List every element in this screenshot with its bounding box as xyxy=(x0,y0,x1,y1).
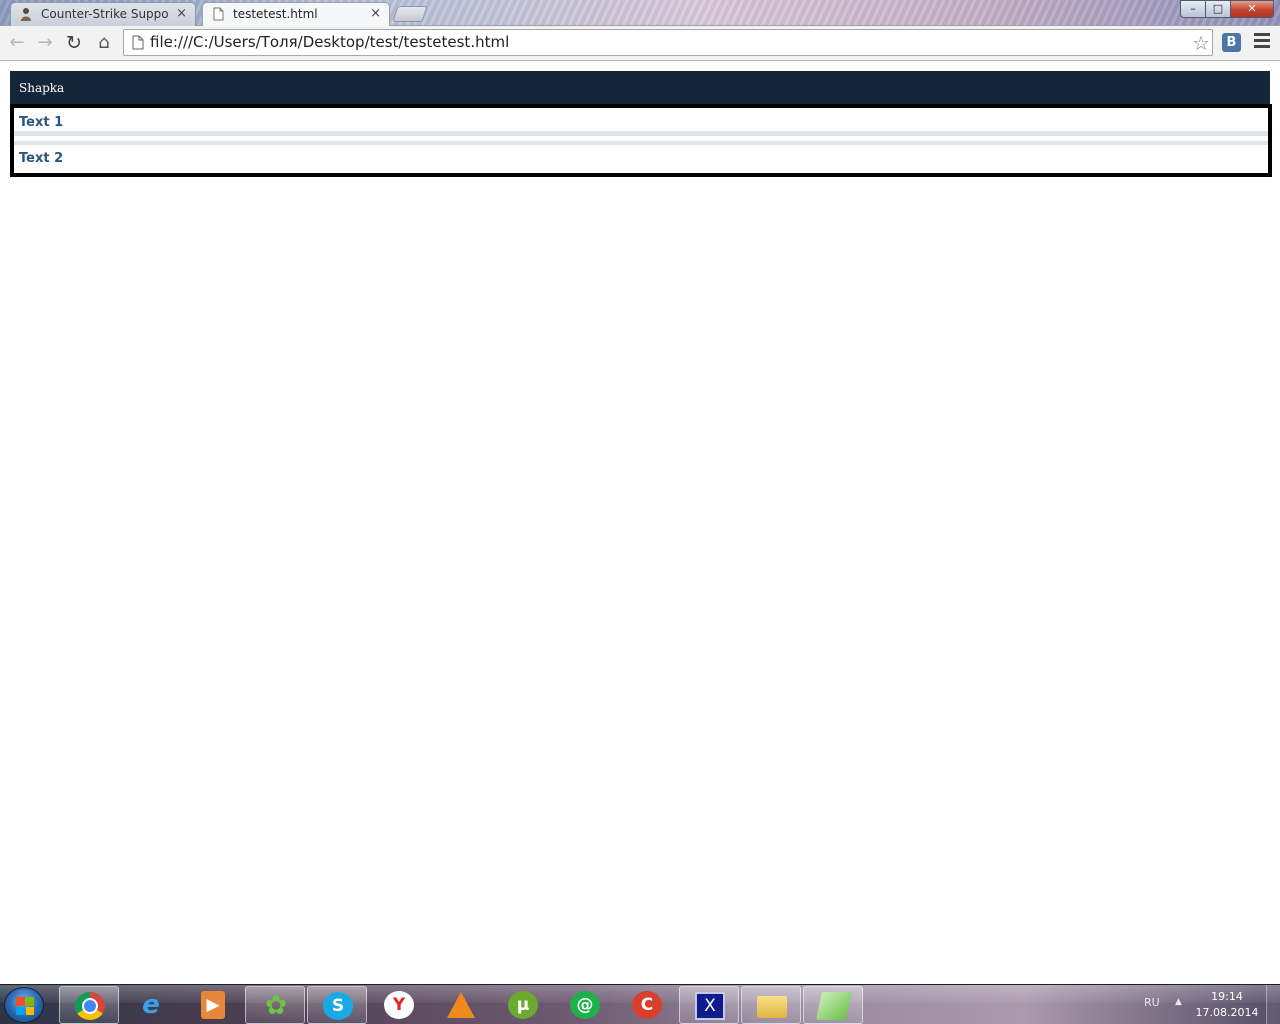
window-controls: – □ ✕ xyxy=(1180,0,1274,18)
taskbar-item-mail-agent[interactable]: @ xyxy=(555,986,615,1024)
taskbar-item-xdesk[interactable]: X xyxy=(679,986,739,1024)
taskbar-item-skype[interactable]: S xyxy=(307,986,367,1024)
tab-counter-strike-support[interactable]: Counter-Strike Support Co × xyxy=(10,2,196,26)
home-icon[interactable]: ⌂ xyxy=(92,31,116,55)
taskbar-item-internet-explorer[interactable]: e xyxy=(121,986,181,1024)
start-button[interactable] xyxy=(4,987,44,1023)
vlc-cone-icon xyxy=(447,992,475,1018)
yandex-browser-icon: Y xyxy=(384,991,414,1019)
show-desktop-button[interactable] xyxy=(1266,985,1280,1024)
address-bar[interactable]: file:///C:/Users/Толя/Desktop/test/teste… xyxy=(123,29,1213,56)
mail-agent-icon: @ xyxy=(570,991,600,1019)
back-arrow-icon[interactable]: ← xyxy=(5,31,29,55)
taskbar-items: e ▶ ✿ S Y µ @ C X xyxy=(59,986,865,1024)
media-player-icon: ▶ xyxy=(201,991,225,1019)
page-content: Shapka Text 1 Text 2 xyxy=(0,62,1280,984)
rows-box: Text 1 Text 2 xyxy=(10,104,1272,177)
forward-arrow-icon[interactable]: → xyxy=(33,31,57,55)
taskbar-item-ccleaner[interactable]: C xyxy=(617,986,677,1024)
person-favicon-icon xyxy=(21,8,31,21)
utorrent-icon: µ xyxy=(508,991,538,1019)
taskbar-item-yandex[interactable]: Y xyxy=(369,986,429,1024)
taskbar-item-vlc[interactable] xyxy=(431,986,491,1024)
taskbar-item-chrome[interactable] xyxy=(59,986,119,1024)
notepad-icon xyxy=(816,992,852,1020)
folder-icon xyxy=(757,996,787,1018)
tab-label: Counter-Strike Support Co xyxy=(41,7,169,21)
internet-explorer-icon: e xyxy=(142,990,160,1020)
page-favicon-icon xyxy=(213,7,224,21)
taskbar-item-media-player[interactable]: ▶ xyxy=(183,986,243,1024)
bookmark-star-icon[interactable]: ☆ xyxy=(1192,31,1210,55)
tray-expand-icon[interactable]: ▲ xyxy=(1175,997,1182,1007)
ccleaner-icon: C xyxy=(632,991,662,1019)
clock-date: 17.08.2014 xyxy=(1195,1006,1259,1019)
page-icon xyxy=(132,35,144,50)
list-item: Text 1 xyxy=(14,110,1268,136)
menu-icon[interactable] xyxy=(1254,33,1270,51)
minimize-button[interactable]: – xyxy=(1180,0,1206,18)
taskbar-item-icq[interactable]: ✿ xyxy=(245,986,305,1024)
taskbar-item-file-explorer[interactable] xyxy=(741,986,801,1024)
taskbar-item-utorrent[interactable]: µ xyxy=(493,986,553,1024)
list-item: Text 2 xyxy=(19,151,64,166)
x-app-icon: X xyxy=(695,992,725,1020)
tab-close-icon[interactable]: × xyxy=(370,3,381,25)
maximize-button[interactable]: □ xyxy=(1205,0,1231,18)
tab-close-icon[interactable]: × xyxy=(176,3,187,25)
reload-icon[interactable]: ↻ xyxy=(62,31,86,55)
url-text[interactable]: file:///C:/Users/Толя/Desktop/test/teste… xyxy=(150,33,509,51)
tab-label: testetest.html xyxy=(233,7,318,21)
taskbar: e ▶ ✿ S Y µ @ C X RU ▲ 19:14 17.08.2014 xyxy=(0,984,1280,1024)
icq-flower-icon: ✿ xyxy=(265,991,287,1021)
row-separator xyxy=(14,141,1268,145)
close-window-button[interactable]: ✕ xyxy=(1230,0,1274,18)
windows-logo-icon xyxy=(16,997,34,1015)
system-clock[interactable]: 19:14 17.08.2014 xyxy=(1192,989,1262,1021)
vk-extension-icon[interactable]: B xyxy=(1222,33,1241,52)
title-bar: Counter-Strike Support Co × testetest.ht… xyxy=(0,0,1280,26)
page-header: Shapka xyxy=(10,71,1270,105)
language-indicator[interactable]: RU xyxy=(1144,996,1160,1009)
chrome-icon xyxy=(75,992,105,1020)
browser-toolbar: ← → ↻ ⌂ file:///C:/Users/Толя/Desktop/te… xyxy=(0,25,1280,61)
skype-icon: S xyxy=(323,992,353,1020)
new-tab-button[interactable] xyxy=(392,6,428,22)
taskbar-item-notepad[interactable] xyxy=(803,986,863,1024)
tab-testetest[interactable]: testetest.html × xyxy=(202,2,390,26)
clock-time: 19:14 xyxy=(1211,990,1243,1003)
